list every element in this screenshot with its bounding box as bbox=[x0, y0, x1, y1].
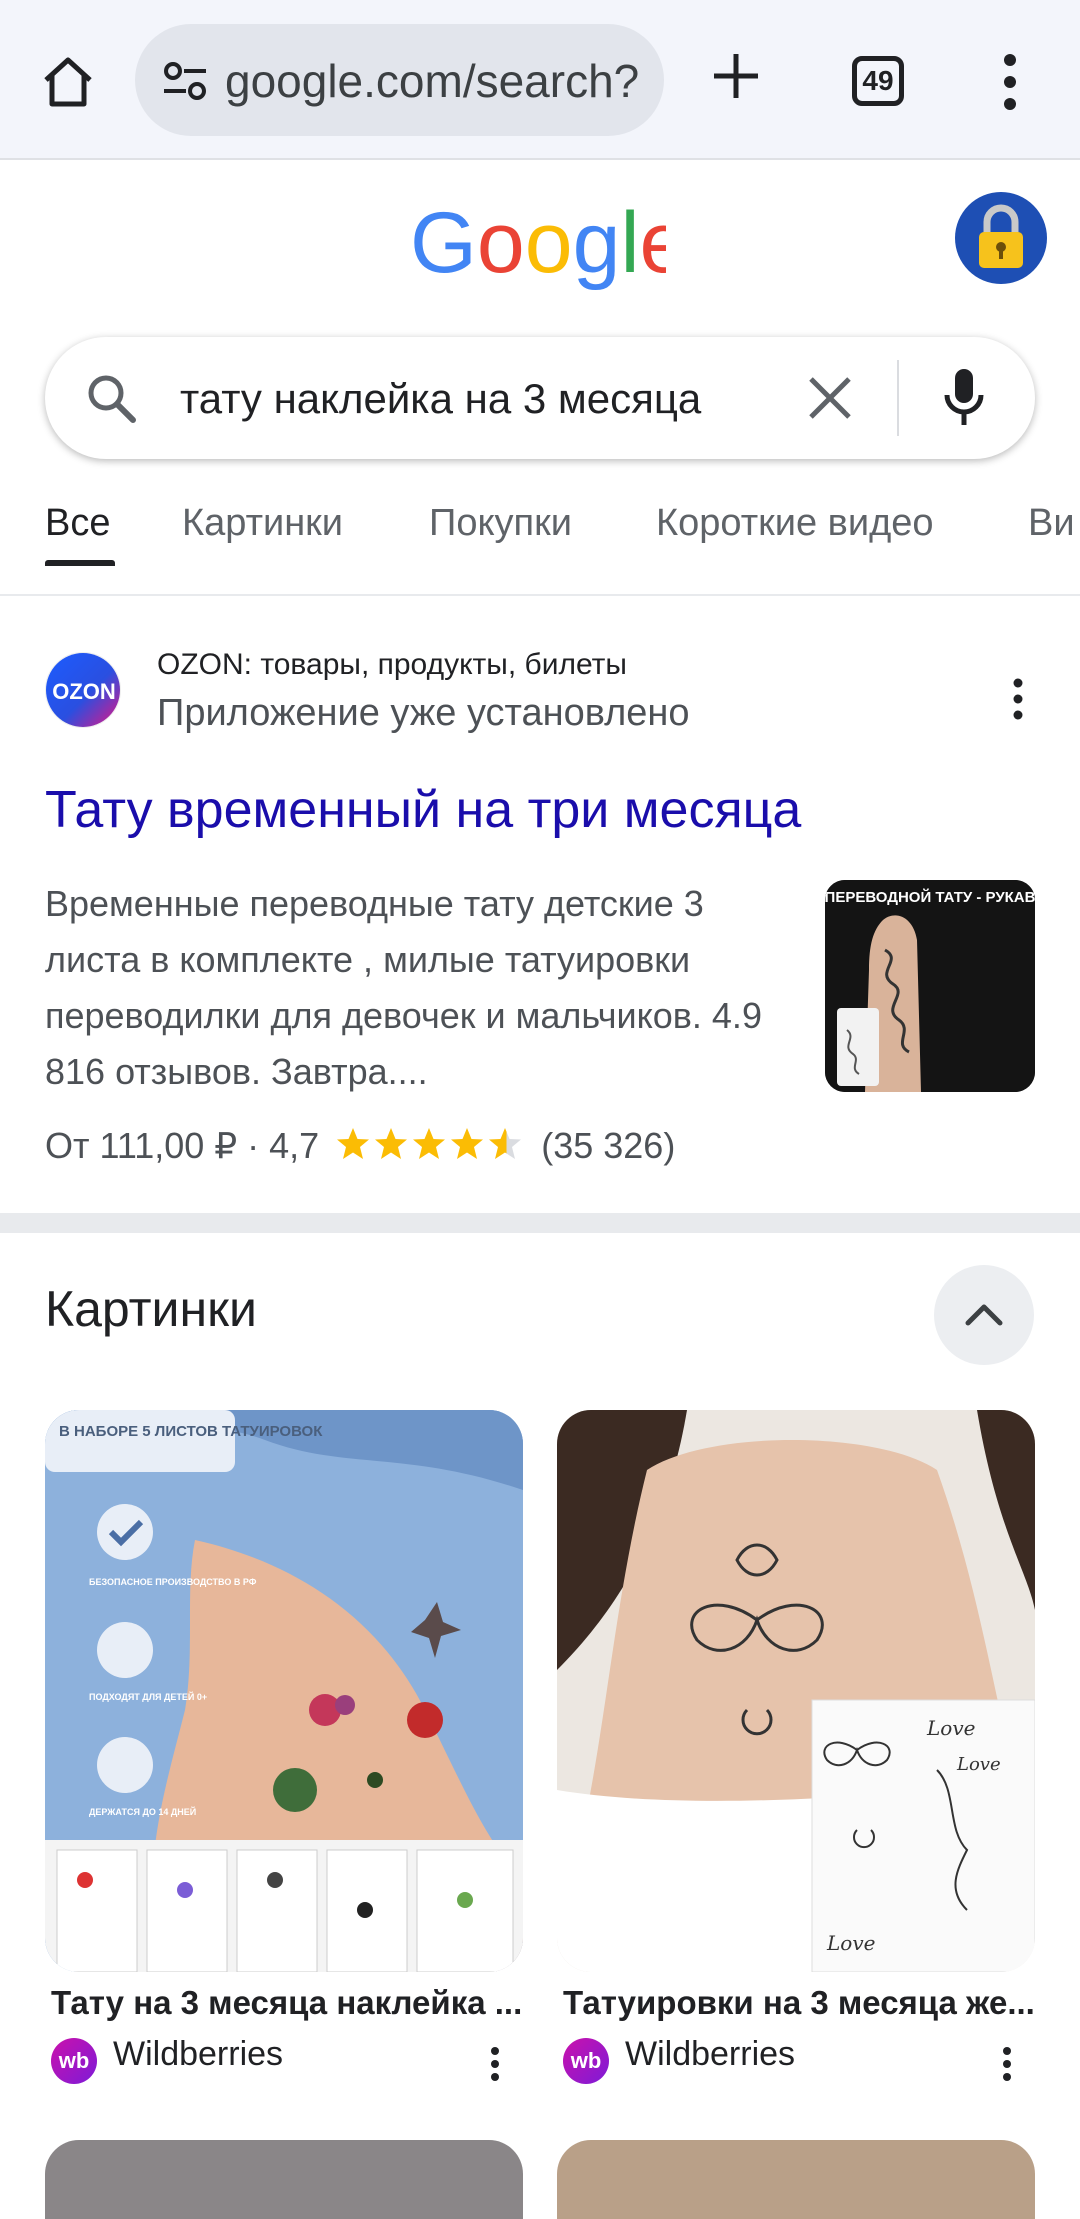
svg-text:Google: Google bbox=[410, 202, 666, 291]
active-tab-indicator bbox=[45, 560, 115, 566]
svg-text:Love: Love bbox=[956, 1754, 1001, 1775]
search-box[interactable]: тату наклейка на 3 месяца bbox=[45, 337, 1035, 459]
search-input[interactable]: тату наклейка на 3 месяца bbox=[180, 375, 701, 423]
svg-text:ДЕРЖАТСЯ ДО 14 ДНЕЙ: ДЕРЖАТСЯ ДО 14 ДНЕЙ bbox=[89, 1806, 196, 1817]
svg-text:Love: Love bbox=[826, 1931, 875, 1955]
tab-videos[interactable]: Ви bbox=[1028, 502, 1075, 545]
image-more-icon[interactable] bbox=[488, 2046, 502, 2082]
image-result-3[interactable] bbox=[45, 2140, 523, 2219]
review-count: (35 326) bbox=[541, 1125, 676, 1166]
browser-toolbar: google.com/search? 49 bbox=[0, 0, 1080, 160]
result-price-rating: От 111,00 ₽ · 4,7 (35 326) bbox=[45, 1125, 675, 1167]
images-heading: Картинки bbox=[45, 1281, 257, 1337]
search-icon bbox=[88, 375, 136, 423]
account-avatar[interactable] bbox=[955, 192, 1047, 284]
clear-icon[interactable] bbox=[807, 375, 853, 421]
google-logo: Google bbox=[410, 202, 666, 291]
image-source-1[interactable]: Wildberries bbox=[113, 2035, 283, 2074]
result-title-link[interactable]: Тату временный на три месяца bbox=[45, 780, 801, 840]
svg-text:В НАБОРЕ 5 ЛИСТОВ ТАТУИРОВОК: В НАБОРЕ 5 ЛИСТОВ ТАТУИРОВОК bbox=[59, 1423, 323, 1440]
result-site-name: OZON: товары, продукты, билеты bbox=[157, 648, 627, 681]
result-app-status: Приложение уже установлено bbox=[157, 692, 690, 734]
more-vert-icon[interactable] bbox=[998, 52, 1022, 112]
search-filter-tabs: Все Картинки Покупки Короткие видео Ви bbox=[0, 490, 1080, 596]
svg-text:ПЕРЕВОДНОЙ ТАТУ - РУКАВ: ПЕРЕВОДНОЙ ТАТУ - РУКАВ bbox=[825, 888, 1035, 906]
image-result-2[interactable]: Love Love Love bbox=[557, 1410, 1035, 1972]
result-thumbnail[interactable]: ПЕРЕВОДНОЙ ТАТУ - РУКАВ bbox=[825, 880, 1035, 1092]
tab-shopping[interactable]: Покупки bbox=[429, 502, 572, 545]
site-settings-icon[interactable] bbox=[162, 60, 208, 102]
result-more-icon[interactable] bbox=[1006, 675, 1030, 723]
section-divider bbox=[0, 1213, 1080, 1233]
rating-stars bbox=[337, 1128, 522, 1159]
lock-icon bbox=[979, 204, 1023, 268]
wildberries-logo: wb bbox=[51, 2038, 97, 2084]
new-tab-icon[interactable] bbox=[710, 50, 762, 102]
collapse-button[interactable] bbox=[934, 1265, 1034, 1365]
image-caption-1[interactable]: Тату на 3 месяца наклейка ... bbox=[51, 1984, 522, 2022]
ozon-logo[interactable]: OZON bbox=[45, 652, 121, 728]
image-caption-2[interactable]: Татуировки на 3 месяца же... bbox=[563, 1984, 1035, 2022]
url-text: google.com/search? bbox=[225, 55, 640, 107]
tab-switcher-button[interactable]: 49 bbox=[852, 56, 904, 106]
home-icon[interactable] bbox=[38, 52, 98, 112]
result-snippet: Временные переводные тату детские 3 лист… bbox=[45, 883, 762, 1092]
svg-text:OZON: OZON bbox=[52, 679, 116, 704]
svg-text:Love: Love bbox=[926, 1716, 975, 1740]
image-more-icon[interactable] bbox=[1000, 2046, 1014, 2082]
address-bar[interactable]: google.com/search? bbox=[135, 24, 664, 136]
svg-text:ПОДХОДЯТ ДЛЯ ДЕТЕЙ 0+: ПОДХОДЯТ ДЛЯ ДЕТЕЙ 0+ bbox=[89, 1691, 207, 1702]
tab-short-videos[interactable]: Короткие видео bbox=[656, 502, 934, 545]
image-result-4[interactable] bbox=[557, 2140, 1035, 2219]
tab-all[interactable]: Все bbox=[45, 502, 110, 545]
tab-images[interactable]: Картинки bbox=[182, 502, 343, 545]
search-divider bbox=[897, 360, 899, 436]
svg-text:БЕЗОПАСНОЕ ПРОИЗВОДСТВО В РФ: БЕЗОПАСНОЕ ПРОИЗВОДСТВО В РФ bbox=[89, 1577, 257, 1587]
image-result-1[interactable]: В НАБОРЕ 5 ЛИСТОВ ТАТУИРОВОК БЕЗОПАСНОЕ … bbox=[45, 1410, 523, 1972]
wildberries-logo: wb bbox=[563, 2038, 609, 2084]
price-text: От 111,00 ₽ · 4,7 bbox=[45, 1125, 320, 1166]
chevron-up-icon bbox=[965, 1304, 1003, 1326]
image-source-2[interactable]: Wildberries bbox=[625, 2035, 795, 2074]
microphone-icon[interactable] bbox=[943, 367, 985, 429]
